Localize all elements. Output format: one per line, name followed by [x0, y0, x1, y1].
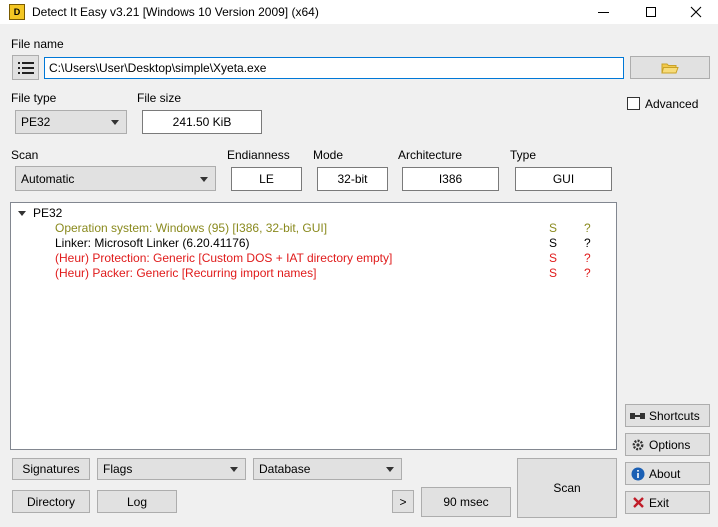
advanced-checkbox[interactable] [627, 97, 640, 110]
architecture-label: Architecture [398, 148, 463, 162]
signatures-label: Signatures [22, 462, 80, 476]
type-value: GUI [552, 172, 575, 186]
tree-root[interactable]: PE32 [11, 206, 616, 221]
scan-select[interactable]: Automatic [15, 166, 216, 191]
scan-button[interactable]: Scan [517, 458, 617, 518]
database-select[interactable]: Database [253, 458, 402, 480]
file-type-select[interactable]: PE32 [15, 110, 127, 134]
scan-button-label: Scan [553, 481, 581, 495]
scan-time-display: 90 msec [421, 487, 511, 517]
tree-root-label: PE32 [33, 206, 63, 220]
result-col-q: ? [584, 221, 591, 235]
about-button[interactable]: About [625, 462, 710, 485]
file-path-input[interactable] [44, 57, 624, 79]
exit-label: Exit [649, 495, 670, 510]
result-text: Linker: Microsoft Linker (6.20.41176) [55, 236, 250, 250]
about-label: About [649, 466, 681, 481]
folder-icon [661, 63, 679, 73]
type-field: GUI [515, 167, 612, 191]
log-button[interactable]: Log [97, 490, 177, 513]
more-button[interactable]: > [392, 490, 414, 513]
more-label: > [399, 494, 407, 509]
type-label: Type [510, 148, 537, 162]
chevron-down-icon [200, 176, 208, 182]
minimize-icon [597, 11, 609, 13]
database-value: Database [259, 462, 311, 476]
result-text: Operation system: Windows (95) [I386, 32… [55, 221, 328, 235]
mode-value: 32-bit [337, 172, 368, 186]
result-col-s: S [549, 251, 558, 265]
shortcuts-label: Shortcuts [649, 408, 700, 423]
directory-label: Directory [26, 494, 75, 509]
mode-label: Mode [313, 148, 344, 162]
minimize-button[interactable] [580, 0, 626, 24]
results-tree[interactable]: PE32 Operation system: Windows (95) [I38… [10, 202, 617, 450]
chevron-down-icon [230, 467, 238, 472]
endianness-value: LE [259, 172, 274, 186]
window-title: Detect It Easy v3.21 [Windows 10 Version… [32, 5, 319, 19]
file-size-field: 241.50 KiB [142, 110, 262, 134]
file-type-label: File type [11, 91, 57, 105]
file-menu-button[interactable] [12, 55, 39, 80]
flags-value: Flags [103, 462, 133, 476]
result-col-s: S [549, 221, 558, 235]
directory-button[interactable]: Directory [12, 490, 90, 513]
log-label: Log [126, 494, 148, 509]
advanced-label: Advanced [645, 97, 699, 111]
maximize-icon [646, 7, 656, 17]
result-col-s: S [549, 236, 558, 250]
result-col-s: S [549, 266, 558, 280]
result-row[interactable]: (Heur) Packer: Generic [Recurring import… [11, 266, 616, 281]
result-col-q: ? [584, 266, 591, 280]
shortcuts-icon [630, 409, 646, 423]
app-icon: D [9, 4, 25, 20]
result-text: (Heur) Protection: Generic [Custom DOS +… [55, 251, 393, 265]
chevron-down-icon [386, 467, 394, 472]
signatures-button[interactable]: Signatures [12, 458, 90, 480]
close-icon [690, 6, 702, 18]
gear-icon [630, 438, 646, 452]
list-icon [17, 61, 34, 74]
file-size-value: 241.50 KiB [172, 115, 232, 129]
options-label: Options [649, 437, 691, 452]
open-file-button[interactable] [630, 56, 710, 79]
result-col-q: ? [584, 251, 591, 265]
file-type-value: PE32 [21, 115, 51, 129]
maximize-button[interactable] [628, 0, 674, 24]
scan-value: Automatic [21, 171, 75, 186]
options-button[interactable]: Options [625, 433, 710, 456]
exit-button[interactable]: Exit [625, 491, 710, 514]
file-size-label: File size [137, 91, 182, 105]
scan-time-value: 90 msec [443, 495, 489, 509]
endianness-field: LE [231, 167, 302, 191]
flags-select[interactable]: Flags [97, 458, 246, 480]
scan-label: Scan [11, 148, 39, 162]
result-text: (Heur) Packer: Generic [Recurring import… [55, 266, 317, 280]
mode-field: 32-bit [317, 167, 388, 191]
architecture-field: I386 [402, 167, 499, 191]
shortcuts-button[interactable]: Shortcuts [625, 404, 710, 427]
close-button[interactable] [674, 0, 718, 24]
result-row[interactable]: (Heur) Protection: Generic [Custom DOS +… [11, 251, 616, 266]
result-col-q: ? [584, 236, 591, 250]
expand-arrow-icon[interactable] [18, 211, 26, 216]
result-row[interactable]: Linker: Microsoft Linker (6.20.41176) S … [11, 236, 616, 251]
chevron-down-icon [111, 120, 119, 125]
endianness-label: Endianness [227, 148, 290, 162]
info-icon [630, 467, 646, 481]
file-name-label: File name [11, 37, 64, 51]
result-row[interactable]: Operation system: Windows (95) [I386, 32… [11, 221, 616, 236]
exit-x-icon [630, 496, 646, 510]
architecture-value: I386 [438, 172, 463, 186]
